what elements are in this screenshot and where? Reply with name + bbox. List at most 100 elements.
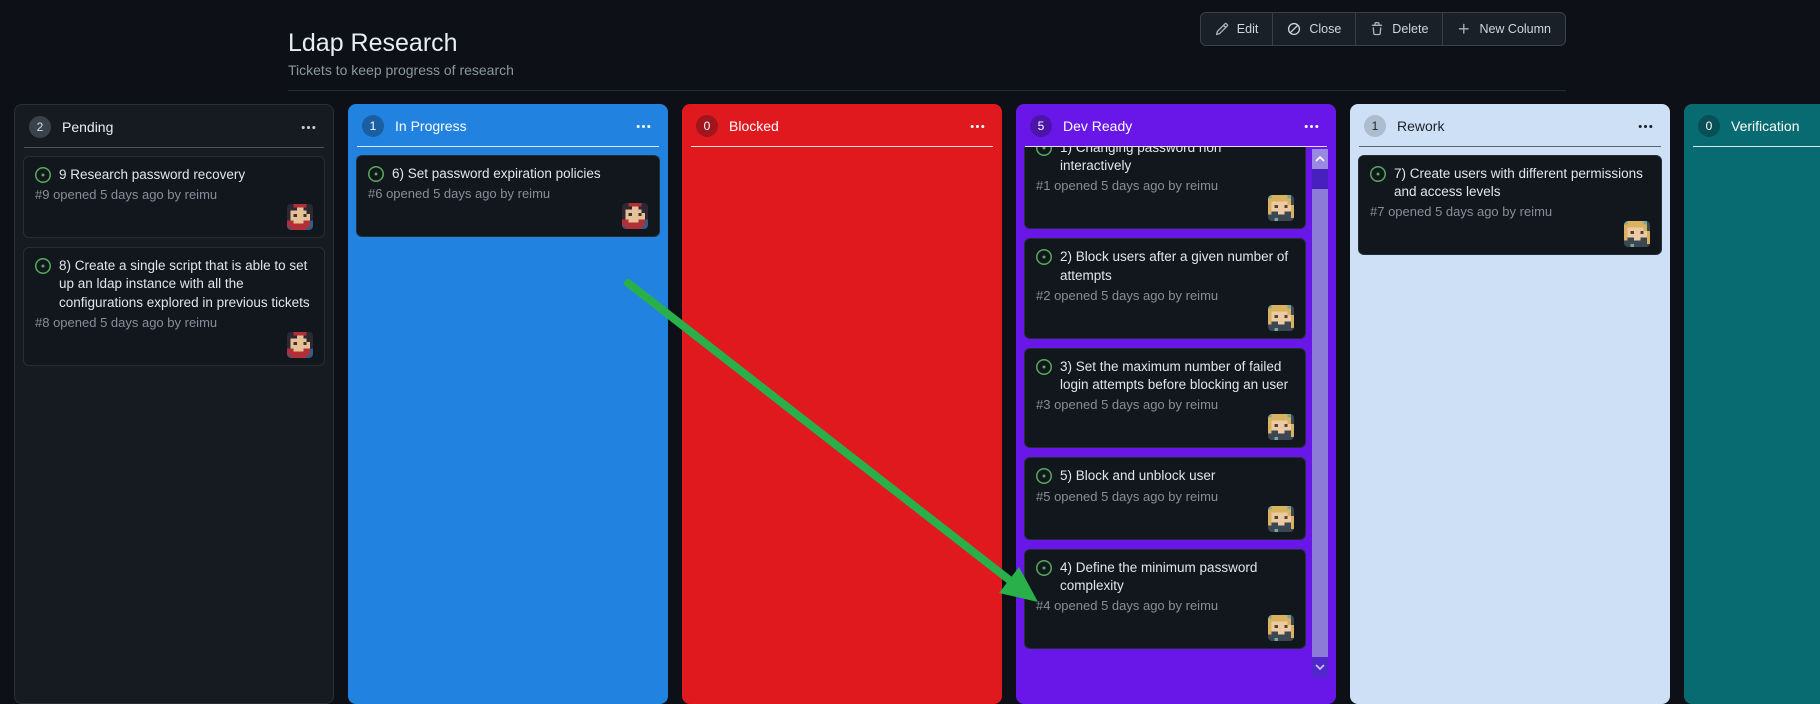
reimu-avatar-b	[1624, 221, 1650, 248]
reimu-avatar-a	[287, 331, 313, 358]
avatar[interactable]	[1268, 195, 1294, 222]
issue-card[interactable]: 7) Create users with different permissio…	[1358, 155, 1662, 256]
card-list	[1684, 147, 1820, 163]
card-title: 8) Create a single script that is able t…	[59, 258, 310, 310]
issue-card[interactable]: 8) Create a single script that is able t…	[23, 247, 325, 366]
edit-button[interactable]: Edit	[1201, 13, 1273, 45]
issue-card[interactable]: 9 Research password recovery #9 opened 5 …	[23, 156, 325, 239]
open-issue-icon	[1036, 249, 1052, 266]
scroll-down-button[interactable]	[1312, 657, 1328, 677]
column-count-badge: 0	[1698, 115, 1720, 137]
card-title-row: 2) Block users after a given number of a…	[1036, 248, 1294, 284]
card-meta: #6 opened 5 days ago by reimu	[368, 186, 551, 202]
column-menu-button[interactable]	[298, 117, 319, 138]
card-title-row: 5) Block and unblock user	[1036, 467, 1294, 485]
card-title: 1) Changing password non interactively	[1060, 147, 1222, 174]
issue-card[interactable]: 2) Block users after a given number of a…	[1024, 238, 1306, 339]
button-label: Edit	[1236, 22, 1259, 36]
avatar[interactable]	[1268, 614, 1294, 641]
column-header: 1 In Progress	[348, 104, 668, 146]
column-title: Verification	[1731, 118, 1800, 134]
column-header: 0 Verification	[1684, 104, 1820, 146]
card-title-row: 3) Set the maximum number of failed logi…	[1036, 358, 1294, 394]
avatar-row	[368, 203, 648, 230]
issue-card[interactable]: 6) Set password expiration policies #6 op…	[356, 155, 660, 238]
avatar[interactable]	[1624, 221, 1650, 248]
card-title: 2) Block users after a given number of a…	[1060, 249, 1289, 283]
column-count-badge: 2	[29, 116, 51, 138]
column-menu-button[interactable]	[1635, 116, 1656, 137]
card-title-row: 6) Set password expiration policies	[368, 165, 648, 183]
column-blocked: 0 Blocked	[682, 104, 1002, 704]
open-issue-icon	[1036, 559, 1052, 576]
avatar-row	[1036, 195, 1294, 222]
column-scrollbar	[1312, 149, 1328, 677]
avatar[interactable]	[1268, 414, 1294, 441]
column-rework: 1 Rework 7) Create users with different pe…	[1350, 104, 1670, 704]
column-count-badge: 5	[1030, 115, 1052, 137]
reimu-avatar-b	[1268, 614, 1294, 641]
button-label: Delete	[1392, 22, 1429, 36]
avatar-row	[1036, 414, 1294, 441]
kebab-icon	[1304, 124, 1319, 128]
circle-slash-icon	[1288, 22, 1301, 36]
scrollbar-track[interactable]	[1312, 169, 1328, 189]
open-issue-icon	[35, 258, 51, 275]
card-title: 4) Define the minimum password complexit…	[1060, 559, 1258, 593]
card-title-row: 4) Define the minimum password complexit…	[1036, 559, 1294, 595]
column-menu-button[interactable]	[1301, 116, 1322, 137]
issue-card[interactable]: 4) Define the minimum password complexit…	[1024, 548, 1306, 649]
issue-card[interactable]: 3) Set the maximum number of failed logi…	[1024, 347, 1306, 449]
chevron-down-icon	[1315, 664, 1325, 670]
column-count-badge: 1	[362, 115, 384, 137]
new-column-button[interactable]: New Column	[1442, 13, 1565, 45]
column-verification: 0 Verification	[1684, 104, 1820, 704]
card-meta: #7 opened 5 days ago by reimu	[1370, 204, 1553, 220]
card-meta: #4 opened 5 days ago by reimu	[1036, 597, 1219, 613]
reimu-avatar-b	[1268, 414, 1294, 441]
kebab-icon	[1638, 124, 1653, 128]
delete-button[interactable]: Delete	[1355, 13, 1442, 45]
trash-icon	[1372, 22, 1383, 36]
reimu-avatar-b	[1268, 505, 1294, 532]
avatar[interactable]	[287, 331, 313, 358]
avatar[interactable]	[1268, 304, 1294, 331]
column-menu-button[interactable]	[967, 116, 988, 137]
avatar-row	[1036, 505, 1294, 532]
column-header: 5 Dev Ready	[1016, 104, 1336, 146]
avatar[interactable]	[287, 204, 313, 231]
column-menu-button[interactable]	[633, 116, 654, 137]
column-pending: 2 Pending 9 Research password recovery #9 o…	[14, 104, 334, 704]
issue-card[interactable]: 5) Block and unblock user #5 opened 5 day…	[1024, 457, 1306, 540]
card-title: 7) Create users with different permissio…	[1394, 166, 1643, 200]
column-header: 2 Pending	[15, 105, 333, 147]
card-title: 5) Block and unblock user	[1060, 468, 1216, 484]
card-list: 9 Research password recovery #9 opened 5 …	[15, 148, 333, 374]
reimu-avatar-b	[1268, 195, 1294, 222]
column-title: Dev Ready	[1063, 118, 1133, 134]
header-divider	[288, 90, 1566, 91]
issue-card[interactable]: 1) Changing password non interactively #1…	[1024, 147, 1306, 230]
card-title: 6) Set password expiration policies	[392, 166, 601, 181]
card-title-row: 7) Create users with different permissio…	[1370, 165, 1650, 201]
close-button[interactable]: Close	[1272, 13, 1355, 45]
plus-icon	[1459, 23, 1470, 34]
card-list: 1) Changing password non interactively #1…	[1016, 147, 1336, 657]
scrollbar-thumb[interactable]	[1312, 189, 1328, 657]
card-title-row: 9 Research password recovery	[35, 166, 313, 184]
open-issue-icon	[1370, 166, 1386, 182]
column-count-badge: 1	[1364, 115, 1386, 137]
open-issue-icon	[1036, 147, 1052, 156]
avatar-row	[1370, 221, 1650, 248]
reimu-avatar-a	[622, 203, 648, 230]
avatar[interactable]	[1268, 505, 1294, 532]
scroll-up-button[interactable]	[1312, 149, 1328, 169]
avatar-row	[35, 204, 313, 231]
avatar[interactable]	[622, 203, 648, 230]
card-title: 3) Set the maximum number of failed logi…	[1060, 358, 1289, 393]
kebab-icon	[970, 124, 985, 128]
column-title: Pending	[62, 119, 114, 135]
open-issue-icon	[1036, 468, 1052, 485]
card-meta: #5 opened 5 days ago by reimu	[1036, 488, 1219, 504]
column-title: Rework	[1397, 118, 1445, 134]
